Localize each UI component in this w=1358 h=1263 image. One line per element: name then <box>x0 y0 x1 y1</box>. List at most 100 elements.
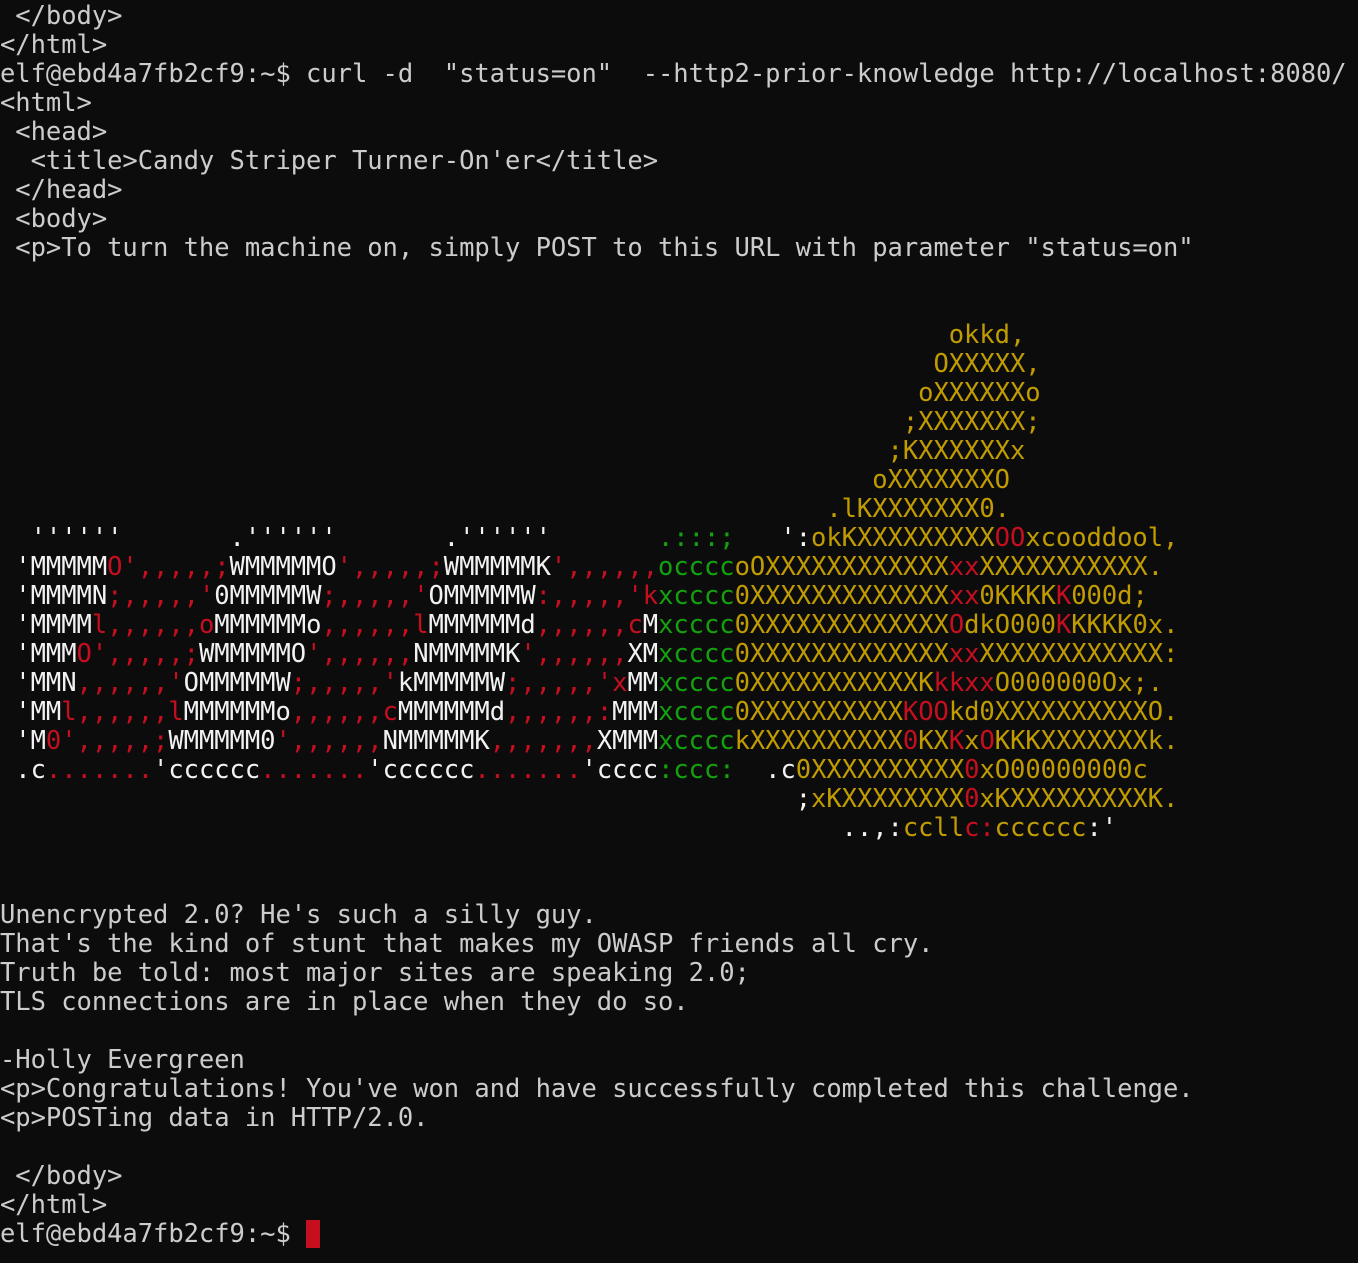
text-segment: Unencrypted 2.0? He's such a silly guy. <box>0 901 597 930</box>
terminal-line: okkd, <box>0 321 1358 350</box>
terminal-line: 'MMl,,,,,,lMMMMMMo,,,,,,cMMMMMMd,,,,,,:M… <box>0 698 1358 727</box>
text-segment: 0XXXXXXXXXX <box>734 698 903 727</box>
text-segment: 0XXXXXXXXXXXXX <box>734 582 949 611</box>
terminal-line: <head> <box>0 118 1358 147</box>
text-segment: 0KKKK <box>979 582 1056 611</box>
text-segment: MMMMMMo <box>183 698 291 727</box>
terminal-line: 'MMMMN;,,,,,'0MMMMMW;,,,,,'OMMMMMW:,,,,,… <box>0 582 1358 611</box>
text-segment: MMMMMMo <box>214 611 322 640</box>
text-segment: 0',,,,,; <box>45 727 169 756</box>
terminal-line: ..,:ccllc:cccccc:' <box>0 814 1358 843</box>
text-segment: ....... <box>474 756 582 785</box>
terminal-line: oXXXXXXo <box>0 379 1358 408</box>
text-segment: oOXXXXXXXXXXXX <box>734 553 949 582</box>
terminal-line: OXXXXX, <box>0 350 1358 379</box>
text-segment: 0 <box>902 727 919 756</box>
terminal-line: .lKXXXXXXX0. <box>0 495 1358 524</box>
text-segment: xKXXXXXXXX <box>811 785 965 814</box>
text-segment: okkd, <box>0 321 1026 350</box>
text-segment: :ccc: <box>658 756 735 785</box>
text-segment: OMMMMMW <box>183 669 291 698</box>
text-segment: dkO000 <box>964 611 1056 640</box>
terminal-line: '''''' .'''''' .'''''' .:::; ':okKXXXXXX… <box>0 524 1358 553</box>
text-segment: KOO <box>902 698 949 727</box>
text-segment: XXXXXXXXXXX. <box>979 553 1164 582</box>
terminal-line: TLS connections are in place when they d… <box>0 988 1358 1017</box>
text-segment: XMMM <box>596 727 659 756</box>
text-segment: </head> <box>0 176 123 205</box>
terminal-line: </body> <box>0 1162 1358 1191</box>
text-segment: l,,,,,,l <box>61 698 184 727</box>
text-segment: MMMMMMd <box>428 611 536 640</box>
cursor <box>306 1220 321 1248</box>
terminal-line: That's the kind of stunt that makes my O… <box>0 930 1358 959</box>
text-segment: O <box>979 727 995 756</box>
terminal-line: 'MMN,,,,,,'OMMMMMW;,,,,,'kMMMMMW;,,,,,'x… <box>0 669 1358 698</box>
text-segment: oXXXXXXo <box>0 379 1041 408</box>
terminal-line: elf@ebd4a7fb2cf9:~$ curl -d "status=on" … <box>0 60 1358 89</box>
text-segment: xx <box>948 640 980 669</box>
text-segment: M <box>642 611 659 640</box>
terminal-line: Truth be told: most major sites are spea… <box>0 959 1358 988</box>
terminal-line: 'MMMO',,,,,;WMMMMMO',,,,,,NMMMMMK',,,,,,… <box>0 640 1358 669</box>
text-segment: ;,,,,,' <box>290 669 398 698</box>
terminal-line: <title>Candy Striper Turner-On'er</title… <box>0 147 1358 176</box>
terminal-output: </body> </html> elf@ebd4a7fb2cf9:~$ curl -… <box>0 2 1358 1249</box>
text-segment: xO00000000c <box>979 756 1148 785</box>
text-segment: x <box>964 727 980 756</box>
text-segment: ;KXXXXXXx <box>0 437 1026 466</box>
text-segment: ;XXXXXXX; <box>0 408 1041 437</box>
text-segment: <html> <box>0 89 92 118</box>
text-segment: kkxx <box>933 669 995 698</box>
text-segment: xcccc <box>658 727 735 756</box>
text-segment: <p>Congratulations! You've won and have … <box>0 1075 1194 1104</box>
text-segment: 'MMN <box>0 669 77 698</box>
text-segment: K <box>1055 611 1072 640</box>
text-segment: 'MMMMN <box>0 582 108 611</box>
text-segment: ,,,,,,c <box>535 611 643 640</box>
text-segment: That's the kind of stunt that makes my O… <box>0 930 934 959</box>
terminal-line: <body> <box>0 205 1358 234</box>
text-segment: XXXXXXXXXXXX: <box>979 640 1179 669</box>
prompt-line[interactable]: elf@ebd4a7fb2cf9:~$ <box>0 1220 1358 1249</box>
text-segment: Truth be told: most major sites are spea… <box>0 959 750 988</box>
text-segment: xcccc <box>658 611 735 640</box>
terminal-line: </html> <box>0 1191 1358 1220</box>
text-segment: </body> <box>0 2 123 31</box>
terminal-line: .c.......'cccccc.......'cccccc.......'cc… <box>0 756 1358 785</box>
text-segment: ,,,,,,l <box>321 611 429 640</box>
text-segment: ;,,,,,' <box>505 669 613 698</box>
terminal-line: ;KXXXXXXx <box>0 437 1358 466</box>
text-segment: TLS connections are in place when they d… <box>0 988 689 1017</box>
text-segment: okKXXXXXXXXX <box>811 524 995 553</box>
text-segment: 000d; <box>1071 582 1148 611</box>
terminal-window[interactable]: </body> </html> elf@ebd4a7fb2cf9:~$ curl -… <box>0 0 1358 1263</box>
terminal-line: <p>Congratulations! You've won and have … <box>0 1075 1358 1104</box>
text-segment: ccll <box>902 814 965 843</box>
text-segment: ',,,,,, <box>550 553 659 582</box>
terminal-line: </head> <box>0 176 1358 205</box>
text-segment: 0XXXXXXXXXX <box>795 756 965 785</box>
text-segment: O',,,,,; <box>76 640 199 669</box>
text-segment: -Holly Evergreen <box>0 1046 245 1075</box>
text-segment: NMMMMMK <box>382 727 490 756</box>
terminal-line: <html> <box>0 89 1358 118</box>
text-segment: ; <box>0 785 812 814</box>
text-segment: MM <box>627 669 659 698</box>
text-segment: </html> <box>0 31 108 60</box>
text-segment: 'MM <box>0 698 62 727</box>
text-segment: ,,,,,,, <box>489 727 597 756</box>
text-segment: NMMMMMK <box>413 640 521 669</box>
terminal-line: </body> <box>0 2 1358 31</box>
text-segment: MMMMMMd <box>397 698 506 727</box>
text-segment: WMMMMMK <box>443 553 551 582</box>
text-segment: <title>Candy Striper Turner-On'er</title… <box>0 147 658 176</box>
text-segment: x <box>1025 524 1041 553</box>
text-segment: ....... <box>45 756 154 785</box>
text-segment: <p>POSTing data in HTTP/2.0. <box>0 1104 429 1133</box>
text-segment: '''''' .'''''' .'''''' <box>0 524 658 553</box>
text-segment: KKKXXXXXXXk. <box>994 727 1179 756</box>
